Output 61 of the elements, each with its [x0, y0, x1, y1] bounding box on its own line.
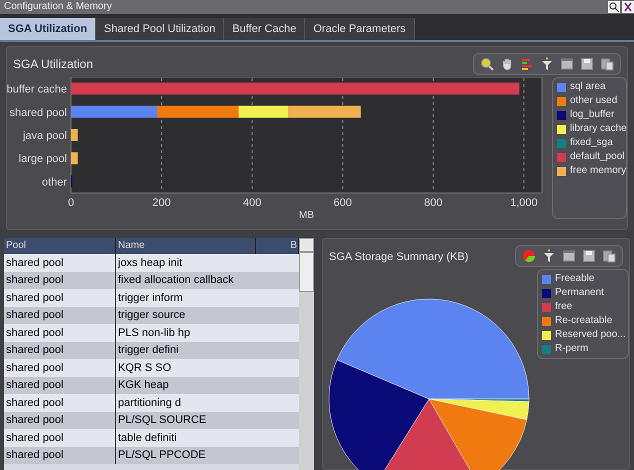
legend-label: Permanent	[555, 288, 604, 298]
table-cell-text: trigger source	[117, 308, 186, 323]
tab[interactable]: SGA Utilization	[0, 18, 96, 40]
legend-label: Freeable	[555, 274, 594, 284]
table-cell-text: trigger inform	[117, 290, 183, 306]
table-cell-text: KGK heap	[117, 378, 169, 393]
table-cell-text: table definiti	[117, 430, 177, 446]
axis-category-label: buffer cache	[7, 84, 67, 96]
bar-chart-icon[interactable]	[520, 57, 534, 71]
filter-icon[interactable]	[542, 249, 556, 263]
axis-tick-label: 200	[152, 197, 171, 209]
axis-category-label: large pool	[18, 153, 67, 166]
table-cell-text: PLS non-lib hp	[117, 326, 190, 340]
axis-category-label: shared pool	[10, 106, 67, 119]
bar-segment	[71, 129, 78, 141]
window-title: Configuration & Memory	[4, 2, 112, 12]
legend-label: log_buffer	[570, 110, 614, 120]
table-cell-text: PL/SQL SOURCE	[117, 413, 206, 428]
bar-segment	[71, 152, 78, 164]
zoom-icon[interactable]	[480, 57, 494, 71]
legend-label: other used	[570, 96, 618, 106]
legend-label: Re-creatable	[555, 316, 612, 326]
table-cell-text: PL/SQL PPCODE	[117, 448, 206, 463]
save-icon[interactable]	[582, 249, 596, 263]
clipboard-icon[interactable]	[600, 57, 614, 71]
table-cell-text: joxs heap init	[116, 256, 182, 270]
search-icon[interactable]	[608, 1, 620, 13]
legend-label: R-perm	[555, 344, 588, 354]
legend-label: sql area	[570, 82, 606, 92]
hand-icon[interactable]	[500, 57, 514, 71]
legend-label: free	[555, 302, 572, 312]
save-icon[interactable]	[580, 57, 594, 71]
table-cell-text: fixed allocation callback	[117, 273, 234, 288]
filter-icon[interactable]	[540, 57, 554, 71]
tab[interactable]: Buffer Cache	[224, 18, 306, 40]
axis-category-label: other	[42, 176, 67, 188]
legend-label: default_pool	[570, 152, 624, 162]
window-icon[interactable]	[562, 249, 576, 263]
legend-label: library cache	[570, 124, 627, 134]
pie-chart-icon[interactable]	[522, 249, 536, 263]
scrollbar[interactable]	[299, 238, 314, 470]
legend-label: free memory	[570, 166, 626, 176]
legend-label: Reserved poo...	[555, 330, 626, 340]
panel-title: SGA Storage Summary (KB)	[329, 250, 468, 265]
tab[interactable]: Shared Pool Utilization	[96, 18, 224, 40]
table-cell-text: KQR S SO	[117, 360, 172, 376]
axis-tick-label: 800	[424, 197, 442, 209]
axis-tick-label: 1,000	[510, 197, 538, 209]
axis-tick-label: 600	[334, 197, 352, 209]
axis-tick-label: 400	[242, 197, 262, 209]
table-cell-text: partitioning d	[117, 396, 181, 410]
table-cell: shared pool	[4, 446, 116, 464]
clipboard-icon[interactable]	[602, 249, 616, 263]
window-icon[interactable]	[560, 57, 574, 71]
axis-tick-label: 0	[68, 197, 74, 209]
table-cell-text: trigger defini	[117, 343, 179, 358]
axis-category-label: java pool	[22, 130, 67, 142]
legend-label: fixed_sga	[570, 138, 613, 148]
tab[interactable]: Oracle Parameters	[305, 18, 415, 40]
panel-title: SGA Utilization	[13, 56, 94, 73]
axis-title: MB	[299, 210, 314, 219]
